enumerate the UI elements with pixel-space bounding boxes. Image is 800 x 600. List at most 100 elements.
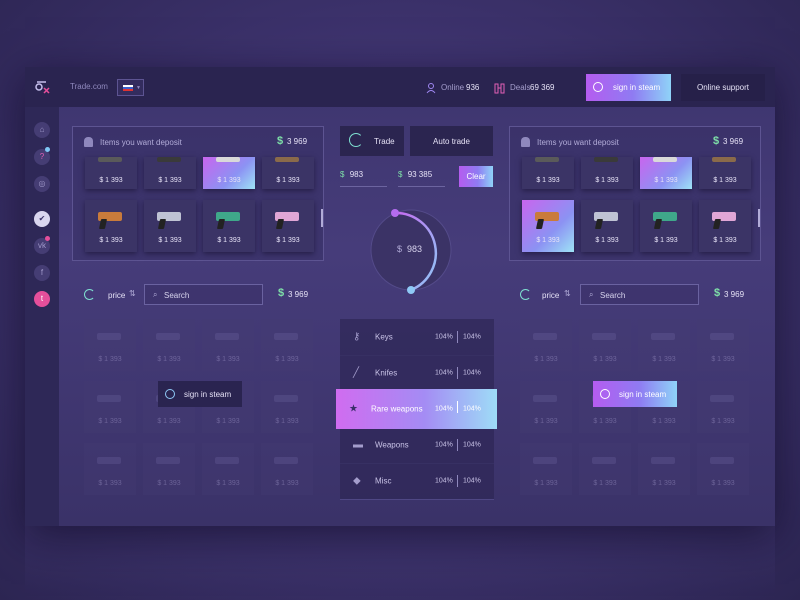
right-inventory-item-card[interactable]: $ 1 393 <box>522 157 574 189</box>
left-market-sign-in-button[interactable]: sign in steam <box>158 381 242 407</box>
right-market-item-price: $ 1 393 <box>534 480 558 487</box>
left-inventory-item-price: $ 1 393 <box>158 177 182 184</box>
left-inventory-item-card[interactable]: $ 1 393 <box>85 200 137 252</box>
left-inventory-item-card[interactable]: $ 1 393 <box>262 157 314 189</box>
trade-dial[interactable]: $ 983 <box>365 205 465 305</box>
left-inventory-item-card[interactable]: $ 1 393 <box>85 157 137 189</box>
balance-value-input[interactable]: $ 93 385 <box>398 170 445 187</box>
facebook-icon[interactable]: f <box>34 265 50 281</box>
right-sort-price-label[interactable]: price <box>542 291 559 300</box>
right-search-input[interactable]: ⌕ Search <box>580 284 699 305</box>
right-refresh-icon[interactable] <box>520 289 531 300</box>
clear-button[interactable]: Clear <box>459 166 493 187</box>
left-market-item-price: $ 1 393 <box>275 480 299 487</box>
pistol-icon <box>592 457 616 464</box>
deals-icon <box>494 81 505 94</box>
left-refresh-icon[interactable] <box>84 289 95 300</box>
home-icon[interactable]: ⌂ <box>34 122 50 138</box>
category-row-keys[interactable]: ⚷ Keys 104% 104% <box>340 319 494 356</box>
logo-icon[interactable] <box>34 79 50 95</box>
right-inventory-item-card[interactable]: $ 1 393 <box>699 157 751 189</box>
category-value-1: 104% <box>435 477 453 485</box>
category-row-rare-weapons[interactable]: ★ Rare weapons 104% 104% <box>336 389 497 429</box>
pistol-icon <box>98 157 122 162</box>
offer-value-dollar: $ <box>340 170 345 179</box>
left-market-item[interactable]: $ 1 393 <box>261 443 313 495</box>
left-market-item[interactable]: $ 1 393 <box>202 443 254 495</box>
left-market-item[interactable]: $ 1 393 <box>202 319 254 371</box>
right-market-item-price: $ 1 393 <box>593 356 617 363</box>
right-market-item[interactable]: $ 1 393 <box>697 319 749 371</box>
trade-tab[interactable]: Trade <box>340 126 404 156</box>
pistol-icon <box>594 157 618 162</box>
left-market-item[interactable]: $ 1 393 <box>143 443 195 495</box>
auto-trade-tab[interactable]: Auto trade <box>410 126 493 156</box>
left-inventory-item-price: $ 1 393 <box>99 177 123 184</box>
flag-selector[interactable]: ▼ <box>117 79 144 96</box>
right-market-item-price: $ 1 393 <box>711 480 735 487</box>
right-inventory-panel: Items you want deposit $ 3 969 $ 1 393 $ … <box>509 126 761 261</box>
right-market-item[interactable]: $ 1 393 <box>520 319 572 371</box>
right-market-item[interactable]: $ 1 393 <box>520 381 572 433</box>
right-market-item-price: $ 1 393 <box>593 480 617 487</box>
right-search-icon: ⌕ <box>589 290 594 299</box>
pistol-icon <box>592 333 616 340</box>
right-inventory-item-card[interactable]: $ 1 393 <box>522 200 574 252</box>
right-market-item[interactable]: $ 1 393 <box>697 443 749 495</box>
left-sort-price-label[interactable]: price <box>108 291 125 300</box>
left-market-item-price: $ 1 393 <box>275 356 299 363</box>
right-market-item[interactable]: $ 1 393 <box>520 443 572 495</box>
sign-in-steam-button[interactable]: sign in steam <box>586 74 671 101</box>
auto-trade-label: Auto trade <box>433 137 470 146</box>
online-label: Online <box>441 83 465 92</box>
steam-check-icon[interactable]: ✔ <box>34 211 50 227</box>
right-market-item[interactable]: $ 1 393 <box>638 443 690 495</box>
online-support-button[interactable]: Online support <box>681 74 765 101</box>
right-market-item[interactable]: $ 1 393 <box>638 319 690 371</box>
category-row-knifes[interactable]: ╱ Knifes 104% 104% <box>340 355 494 392</box>
pistol-icon <box>710 457 734 464</box>
right-inventory-item-card[interactable]: $ 1 393 <box>640 157 692 189</box>
left-scrollbar[interactable] <box>321 209 323 227</box>
site-name[interactable]: Trade.com <box>70 82 108 91</box>
offer-value-input[interactable]: $ 983 <box>340 170 387 187</box>
right-market-item[interactable]: $ 1 393 <box>579 319 631 371</box>
left-market-item-price: $ 1 393 <box>157 480 181 487</box>
left-market-item[interactable]: $ 1 393 <box>84 381 136 433</box>
left-market-item[interactable]: $ 1 393 <box>84 319 136 371</box>
left-market-item[interactable]: $ 1 393 <box>84 443 136 495</box>
left-inventory-item-price: $ 1 393 <box>276 177 300 184</box>
right-inventory-item-card[interactable]: $ 1 393 <box>699 200 751 252</box>
clear-label: Clear <box>466 172 486 181</box>
left-market-item[interactable]: $ 1 393 <box>143 319 195 371</box>
left-inventory-item-card[interactable]: $ 1 393 <box>203 157 255 189</box>
right-scrollbar[interactable] <box>758 209 760 227</box>
category-separator <box>457 331 458 343</box>
pistol-grip-icon <box>275 219 285 229</box>
category-row-weapons[interactable]: ▬ Weapons 104% 104% <box>340 427 494 464</box>
right-inventory-item-card[interactable]: $ 1 393 <box>640 200 692 252</box>
right-market-sign-in-button[interactable]: sign in steam <box>593 381 677 407</box>
category-separator <box>457 439 458 451</box>
left-sort-icon[interactable]: ⇅ <box>129 289 136 298</box>
left-search-input[interactable]: ⌕ Search <box>144 284 263 305</box>
dial-currency: $ <box>397 244 403 254</box>
left-inventory-item-card[interactable]: $ 1 393 <box>144 200 196 252</box>
right-inventory-item-price: $ 1 393 <box>536 237 560 244</box>
left-inventory-item-card[interactable]: $ 1 393 <box>203 200 255 252</box>
category-row-misc[interactable]: ◆ Misc 104% 104% <box>340 463 494 500</box>
right-market-item[interactable]: $ 1 393 <box>579 443 631 495</box>
left-inventory-item-card[interactable]: $ 1 393 <box>262 200 314 252</box>
right-inventory-item-card[interactable]: $ 1 393 <box>581 157 633 189</box>
twitter-icon[interactable]: t <box>34 291 50 307</box>
left-market-item[interactable]: $ 1 393 <box>261 319 313 371</box>
right-market-item-price: $ 1 393 <box>652 418 676 425</box>
target-icon[interactable]: ◎ <box>34 176 50 192</box>
right-sort-icon[interactable]: ⇅ <box>564 289 571 298</box>
right-market-item[interactable]: $ 1 393 <box>697 381 749 433</box>
category-value-2: 104% <box>463 405 481 413</box>
left-market-item[interactable]: $ 1 393 <box>261 381 313 433</box>
right-inventory-item-card[interactable]: $ 1 393 <box>581 200 633 252</box>
category-value-1: 104% <box>435 369 453 377</box>
left-inventory-item-card[interactable]: $ 1 393 <box>144 157 196 189</box>
